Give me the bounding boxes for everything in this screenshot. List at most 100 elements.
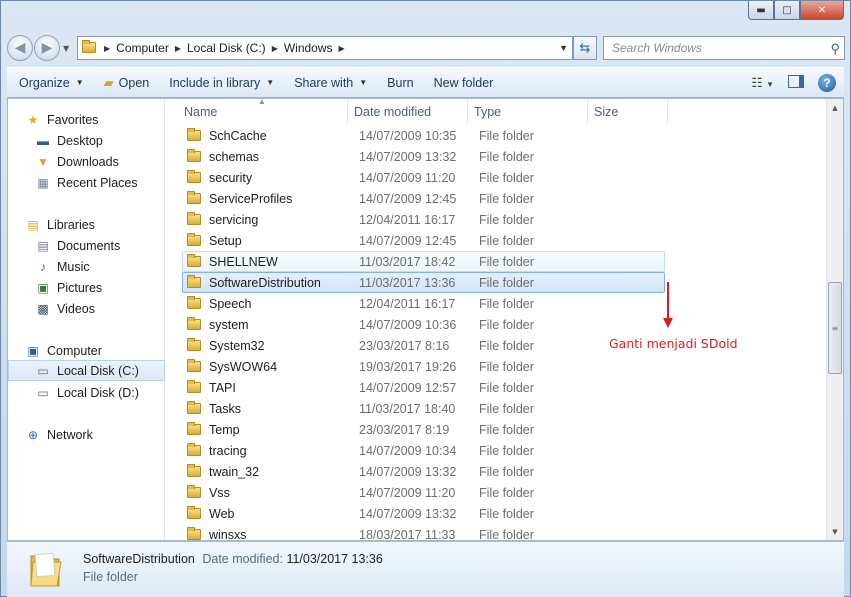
column-date-modified[interactable]: Date modified — [348, 99, 468, 125]
share-with-button[interactable]: Share with ▼ — [286, 68, 375, 97]
preview-pane-button[interactable] — [788, 74, 804, 91]
folder-icon — [187, 338, 203, 352]
folder-icon — [187, 128, 203, 142]
breadcrumb-computer[interactable]: Computer — [116, 41, 169, 55]
table-row[interactable]: Web 14/07/2009 13:32 File folder — [182, 503, 665, 524]
folder-icon — [187, 443, 203, 457]
folder-icon — [187, 317, 203, 331]
content-pane: ★ Favorites ▬ Desktop ▼ Downloads ▦ Recent P… — [7, 97, 844, 542]
file-type: File folder — [479, 296, 534, 311]
scroll-up-icon[interactable]: ▲ — [827, 99, 843, 116]
table-row[interactable]: Tasks 11/03/2017 18:40 File folder — [182, 398, 665, 419]
sidebar-item-network[interactable]: ⊕ Network — [25, 424, 182, 445]
table-row[interactable]: SHELLNEW 11/03/2017 18:42 File folder — [182, 251, 665, 272]
column-type[interactable]: Type — [468, 99, 588, 125]
scroll-down-icon[interactable]: ▼ — [827, 523, 843, 540]
folder-icon — [187, 380, 203, 394]
vertical-scrollbar[interactable]: ▲ ≡ ▼ — [826, 99, 843, 540]
address-dropdown-icon[interactable]: ▼ — [559, 43, 568, 53]
file-date: 12/04/2011 16:17 — [359, 212, 456, 227]
table-row[interactable]: security 14/07/2009 11:20 File folder — [182, 167, 665, 188]
table-row[interactable]: servicing 12/04/2011 16:17 File folder — [182, 209, 665, 230]
breadcrumb-chevron-icon[interactable]: ▶ — [339, 44, 345, 53]
file-name: winsxs — [209, 527, 247, 542]
command-toolbar: Organize ▼ ▰ Open Include in library ▼ Shar… — [7, 67, 844, 98]
table-row[interactable]: Speech 12/04/2011 16:17 File folder — [182, 293, 665, 314]
table-row[interactable]: Vss 14/07/2009 11:20 File folder — [182, 482, 665, 503]
table-row[interactable]: SoftwareDistribution 11/03/2017 13:36 File… — [182, 272, 665, 293]
sidebar-label: Recent Places — [57, 175, 138, 190]
table-row[interactable]: twain_32 14/07/2009 13:32 File folder — [182, 461, 665, 482]
table-row[interactable]: SchCache 14/07/2009 10:35 File folder — [182, 125, 665, 146]
file-date: 14/07/2009 10:36 — [359, 317, 457, 332]
organize-button[interactable]: Organize ▼ — [11, 68, 92, 97]
drive-icon: ▭ — [37, 363, 49, 378]
file-date: 23/03/2017 8:16 — [359, 338, 450, 353]
column-size[interactable]: Size — [588, 99, 668, 125]
chevron-down-icon: ▼ — [266, 78, 275, 87]
forward-button[interactable]: ▶ — [34, 35, 60, 61]
back-button[interactable]: ◀ — [7, 35, 33, 61]
sidebar-item-local-disk-c[interactable]: ▭ Local Disk (C:) — [8, 360, 165, 381]
table-row[interactable]: schemas 14/07/2009 13:32 File folder — [182, 146, 665, 167]
recent-places-icon: ▦ — [37, 175, 49, 190]
file-name: TAPI — [209, 380, 236, 395]
table-row[interactable]: Setup 14/07/2009 12:45 File folder — [182, 230, 665, 251]
file-type: File folder — [479, 527, 534, 542]
table-row[interactable]: ServiceProfiles 14/07/2009 12:45 File fold… — [182, 188, 665, 209]
sidebar-item-libraries[interactable]: ▤ Libraries — [25, 214, 182, 235]
file-date: 14/07/2009 11:20 — [359, 170, 456, 185]
chevron-down-icon: ▼ — [766, 80, 774, 89]
refresh-button[interactable]: ⇆ — [573, 36, 597, 60]
file-date: 11/03/2017 18:40 — [359, 401, 456, 416]
file-date: 19/03/2017 19:26 — [359, 359, 457, 374]
details-filename: SoftwareDistribution — [83, 552, 195, 566]
annotation-text: Ganti menjadi SDold — [609, 336, 738, 351]
file-type: File folder — [479, 128, 534, 143]
file-type: File folder — [479, 254, 534, 269]
file-date: 14/07/2009 10:35 — [359, 128, 457, 143]
table-row[interactable]: tracing 14/07/2009 10:34 File folder — [182, 440, 665, 461]
folder-icon — [187, 149, 203, 163]
scrollbar-thumb[interactable]: ≡ — [828, 282, 842, 374]
breadcrumb-chevron-icon[interactable]: ▶ — [272, 44, 278, 53]
file-type: File folder — [479, 317, 534, 332]
recent-pages-dropdown[interactable]: ▼ — [63, 44, 73, 53]
search-input[interactable]: Search Windows ⚲ — [603, 36, 845, 60]
file-date: 12/04/2011 16:17 — [359, 296, 456, 311]
minimize-button[interactable]: ▬ — [748, 1, 774, 20]
file-type: File folder — [479, 422, 534, 437]
file-name: Web — [209, 506, 235, 521]
breadcrumb-chevron-icon[interactable]: ▶ — [104, 44, 110, 53]
open-button[interactable]: ▰ Open — [96, 68, 158, 97]
breadcrumb-windows[interactable]: Windows — [284, 41, 333, 55]
new-folder-label: New folder — [433, 75, 494, 90]
column-name[interactable]: ▲ Name — [166, 97, 348, 125]
breadcrumb-chevron-icon[interactable]: ▶ — [175, 44, 181, 53]
search-icon[interactable]: ⚲ — [830, 41, 840, 57]
large-folder-icon — [30, 552, 62, 587]
table-row[interactable]: system 14/07/2009 10:36 File folder — [182, 314, 665, 335]
burn-button[interactable]: Burn — [379, 68, 421, 97]
downloads-icon: ▼ — [37, 154, 49, 169]
table-row[interactable]: System32 23/03/2017 8:16 File folder — [182, 335, 665, 356]
file-name: SHELLNEW — [209, 254, 278, 269]
table-row[interactable]: SysWOW64 19/03/2017 19:26 File folder — [182, 356, 665, 377]
sidebar-item-computer[interactable]: ▣ Computer — [25, 340, 182, 361]
address-bar[interactable]: ▶ Computer ▶ Local Disk (C:) ▶ Windows ▶… — [77, 36, 573, 60]
caption-buttons: ▬ □ ✕ — [748, 1, 844, 20]
change-view-button[interactable]: ☷ ▼ — [751, 75, 774, 90]
sidebar-item-favorites[interactable]: ★ Favorites — [25, 109, 182, 130]
sidebar-label: Downloads — [57, 154, 119, 169]
back-arrow-icon: ◀ — [14, 40, 26, 56]
table-row[interactable]: TAPI 14/07/2009 12:57 File folder — [182, 377, 665, 398]
breadcrumb-local-disk-c[interactable]: Local Disk (C:) — [187, 41, 266, 55]
close-button[interactable]: ✕ — [800, 1, 844, 20]
new-folder-button[interactable]: New folder — [426, 68, 502, 97]
open-label: Open — [118, 75, 150, 90]
help-button[interactable]: ? — [818, 73, 836, 92]
file-type: File folder — [479, 443, 534, 458]
file-name: twain_32 — [209, 464, 260, 479]
maximize-button[interactable]: □ — [774, 1, 800, 20]
table-row[interactable]: Temp 23/03/2017 8:19 File folder — [182, 419, 665, 440]
